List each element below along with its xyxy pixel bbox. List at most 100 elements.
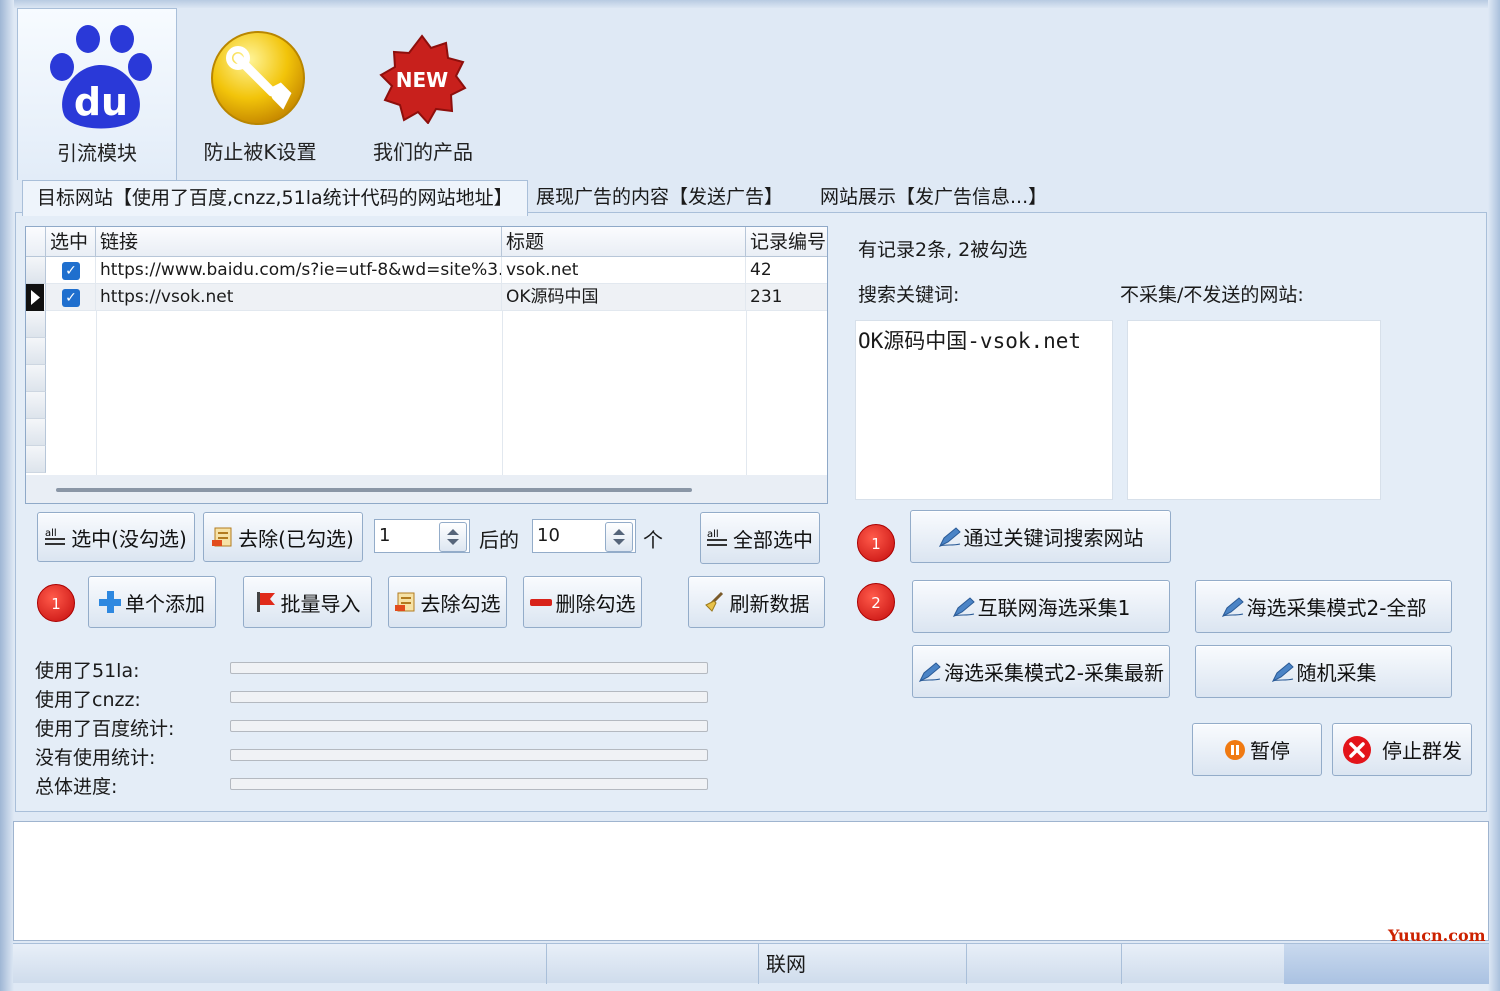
wrench-icon: [211, 31, 305, 125]
step-badge-1: 1: [857, 524, 895, 562]
sites-grid[interactable]: 选中 链接 标题 记录编号 ✓ https://www.baidu.com/s?…: [25, 226, 828, 504]
progress-label: 没有使用统计:: [35, 747, 156, 769]
tab-target-sites[interactable]: 目标网站【使用了百度,cnzz,51la统计代码的网站地址】: [22, 180, 528, 216]
exclude-label: 不采集/不发送的网站:: [1120, 284, 1304, 306]
select-unchecked-button[interactable]: all 选中(没勾选): [37, 512, 195, 562]
stop-sending-button[interactable]: 停止群发: [1332, 723, 1472, 776]
grid-line: [502, 311, 503, 475]
button-label: 删除勾选: [555, 591, 636, 616]
pause-button[interactable]: 暂停: [1192, 723, 1322, 776]
progress-bar-none: [230, 749, 708, 761]
table-cell-link: https://vsok.net: [96, 284, 502, 311]
close-circle-icon: [1342, 735, 1372, 765]
scrollbar-thumb[interactable]: [56, 488, 692, 492]
ribbon-item-anti-k-settings[interactable]: 防止被K设置: [180, 8, 340, 180]
new-badge-icon: NEW: [379, 34, 467, 124]
random-collect-button[interactable]: 随机采集: [1195, 645, 1452, 698]
remove-tick-button[interactable]: 去除勾选: [388, 576, 507, 628]
step-badge-2: 2: [857, 583, 895, 621]
svg-text:NEW: NEW: [396, 68, 448, 92]
button-label: 通过关键词搜索网站: [963, 526, 1144, 550]
pen-icon: [952, 596, 975, 618]
search-by-keyword-button[interactable]: 通过关键词搜索网站: [910, 510, 1171, 563]
add-single-button[interactable]: 单个添加: [88, 576, 216, 628]
select-all-icon: all: [707, 527, 729, 549]
exclude-sites-textarea[interactable]: [1127, 320, 1381, 500]
progress-bar-baidu: [230, 720, 708, 732]
button-label: 随机采集: [1296, 661, 1377, 685]
column-header-selected[interactable]: 选中: [46, 227, 96, 257]
progress-label: 使用了51la:: [35, 660, 140, 682]
column-header-title[interactable]: 标题: [502, 227, 746, 257]
ribbon-item-our-products[interactable]: NEW 我们的产品: [343, 8, 503, 180]
batch-import-button[interactable]: 批量导入: [243, 576, 372, 628]
tab-site-display[interactable]: 网站展示【发广告信息...】: [806, 180, 1061, 214]
refresh-data-button[interactable]: 刷新数据: [688, 576, 825, 628]
delete-tick-button[interactable]: 删除勾选: [523, 576, 642, 628]
status-network: 联网: [758, 944, 967, 984]
grid-line: [746, 311, 747, 475]
button-label: 去除(已勾选): [238, 526, 354, 551]
table-cell-title: vsok.net: [502, 257, 746, 284]
select-all-button[interactable]: all 全部选中: [700, 512, 820, 564]
status-progress-cell: [1284, 944, 1489, 984]
ribbon-item-traffic-module[interactable]: du 引流模块: [17, 8, 177, 180]
internet-collect-1-button[interactable]: 互联网海选采集1: [912, 580, 1170, 633]
remove-list-icon: [212, 526, 234, 548]
status-cell: [1121, 944, 1285, 984]
minus-icon: [529, 591, 552, 613]
progress-bar-cnzz: [230, 691, 708, 703]
spinner-value: 1: [379, 525, 391, 546]
table-cell-link: https://www.baidu.com/s?ie=utf-8&wd=site…: [96, 257, 502, 284]
button-label: 批量导入: [280, 591, 361, 616]
progress-label: 使用了百度统计:: [35, 718, 175, 740]
button-label: 海选采集模式2-采集最新: [944, 661, 1164, 685]
button-label: 停止群发: [1382, 739, 1462, 763]
status-cell: [958, 944, 1122, 984]
button-label: 单个添加: [125, 591, 205, 616]
tab-ad-content[interactable]: 展现广告的内容【发送广告】: [522, 180, 797, 214]
pause-icon: [1224, 739, 1246, 761]
progress-label: 总体进度:: [35, 776, 118, 798]
ribbon-item-label: 防止被K设置: [203, 140, 317, 164]
pen-icon: [1221, 596, 1244, 618]
range-count-spinner[interactable]: 10: [532, 519, 636, 553]
log-output-area[interactable]: [13, 821, 1489, 941]
keyword-label: 搜索关键词:: [858, 284, 960, 306]
collect-mode2-all-button[interactable]: 海选采集模式2-全部: [1195, 580, 1452, 633]
after-label: 后的: [479, 528, 519, 552]
collect-mode2-latest-button[interactable]: 海选采集模式2-采集最新: [912, 645, 1170, 698]
status-cell: [13, 944, 547, 984]
button-label: 选中(没勾选): [71, 526, 187, 551]
range-start-spinner[interactable]: 1: [374, 519, 470, 553]
current-row-arrow-icon: [26, 284, 44, 311]
row-selector-current[interactable]: [26, 284, 46, 311]
status-bar: 联网: [13, 943, 1489, 984]
baidu-paw-icon: du: [50, 25, 152, 129]
horizontal-scrollbar[interactable]: [26, 475, 827, 503]
remove-checked-button[interactable]: 去除(已勾选): [203, 512, 363, 562]
svg-text:all: all: [45, 528, 57, 539]
unit-label: 个: [643, 528, 663, 552]
column-header-link[interactable]: 链接: [96, 227, 502, 257]
table-cell-id: 231: [746, 284, 827, 311]
window-right-edge: [1488, 0, 1500, 991]
spinner-arrows-icon[interactable]: [605, 522, 633, 552]
plus-icon: [99, 591, 121, 613]
row-selector[interactable]: [26, 257, 46, 284]
ribbon-item-label: 引流模块: [57, 141, 137, 165]
select-all-icon: all: [45, 526, 67, 548]
window-top-strip: [0, 0, 1500, 8]
pen-icon: [938, 526, 961, 548]
column-header-record-id[interactable]: 记录编号: [746, 227, 827, 257]
pen-icon: [918, 661, 941, 683]
keyword-textarea[interactable]: OK源码中国-vsok.net: [855, 320, 1113, 500]
table-cell-title: OK源码中国: [502, 284, 746, 311]
row-checkbox[interactable]: ✓: [62, 262, 80, 280]
grid-corner: [26, 227, 46, 257]
spinner-arrows-icon[interactable]: [439, 522, 467, 552]
table-cell-id: 42: [746, 257, 827, 284]
row-checkbox[interactable]: ✓: [62, 289, 80, 307]
ribbon-item-label: 我们的产品: [373, 140, 473, 164]
svg-text:du: du: [74, 80, 128, 124]
